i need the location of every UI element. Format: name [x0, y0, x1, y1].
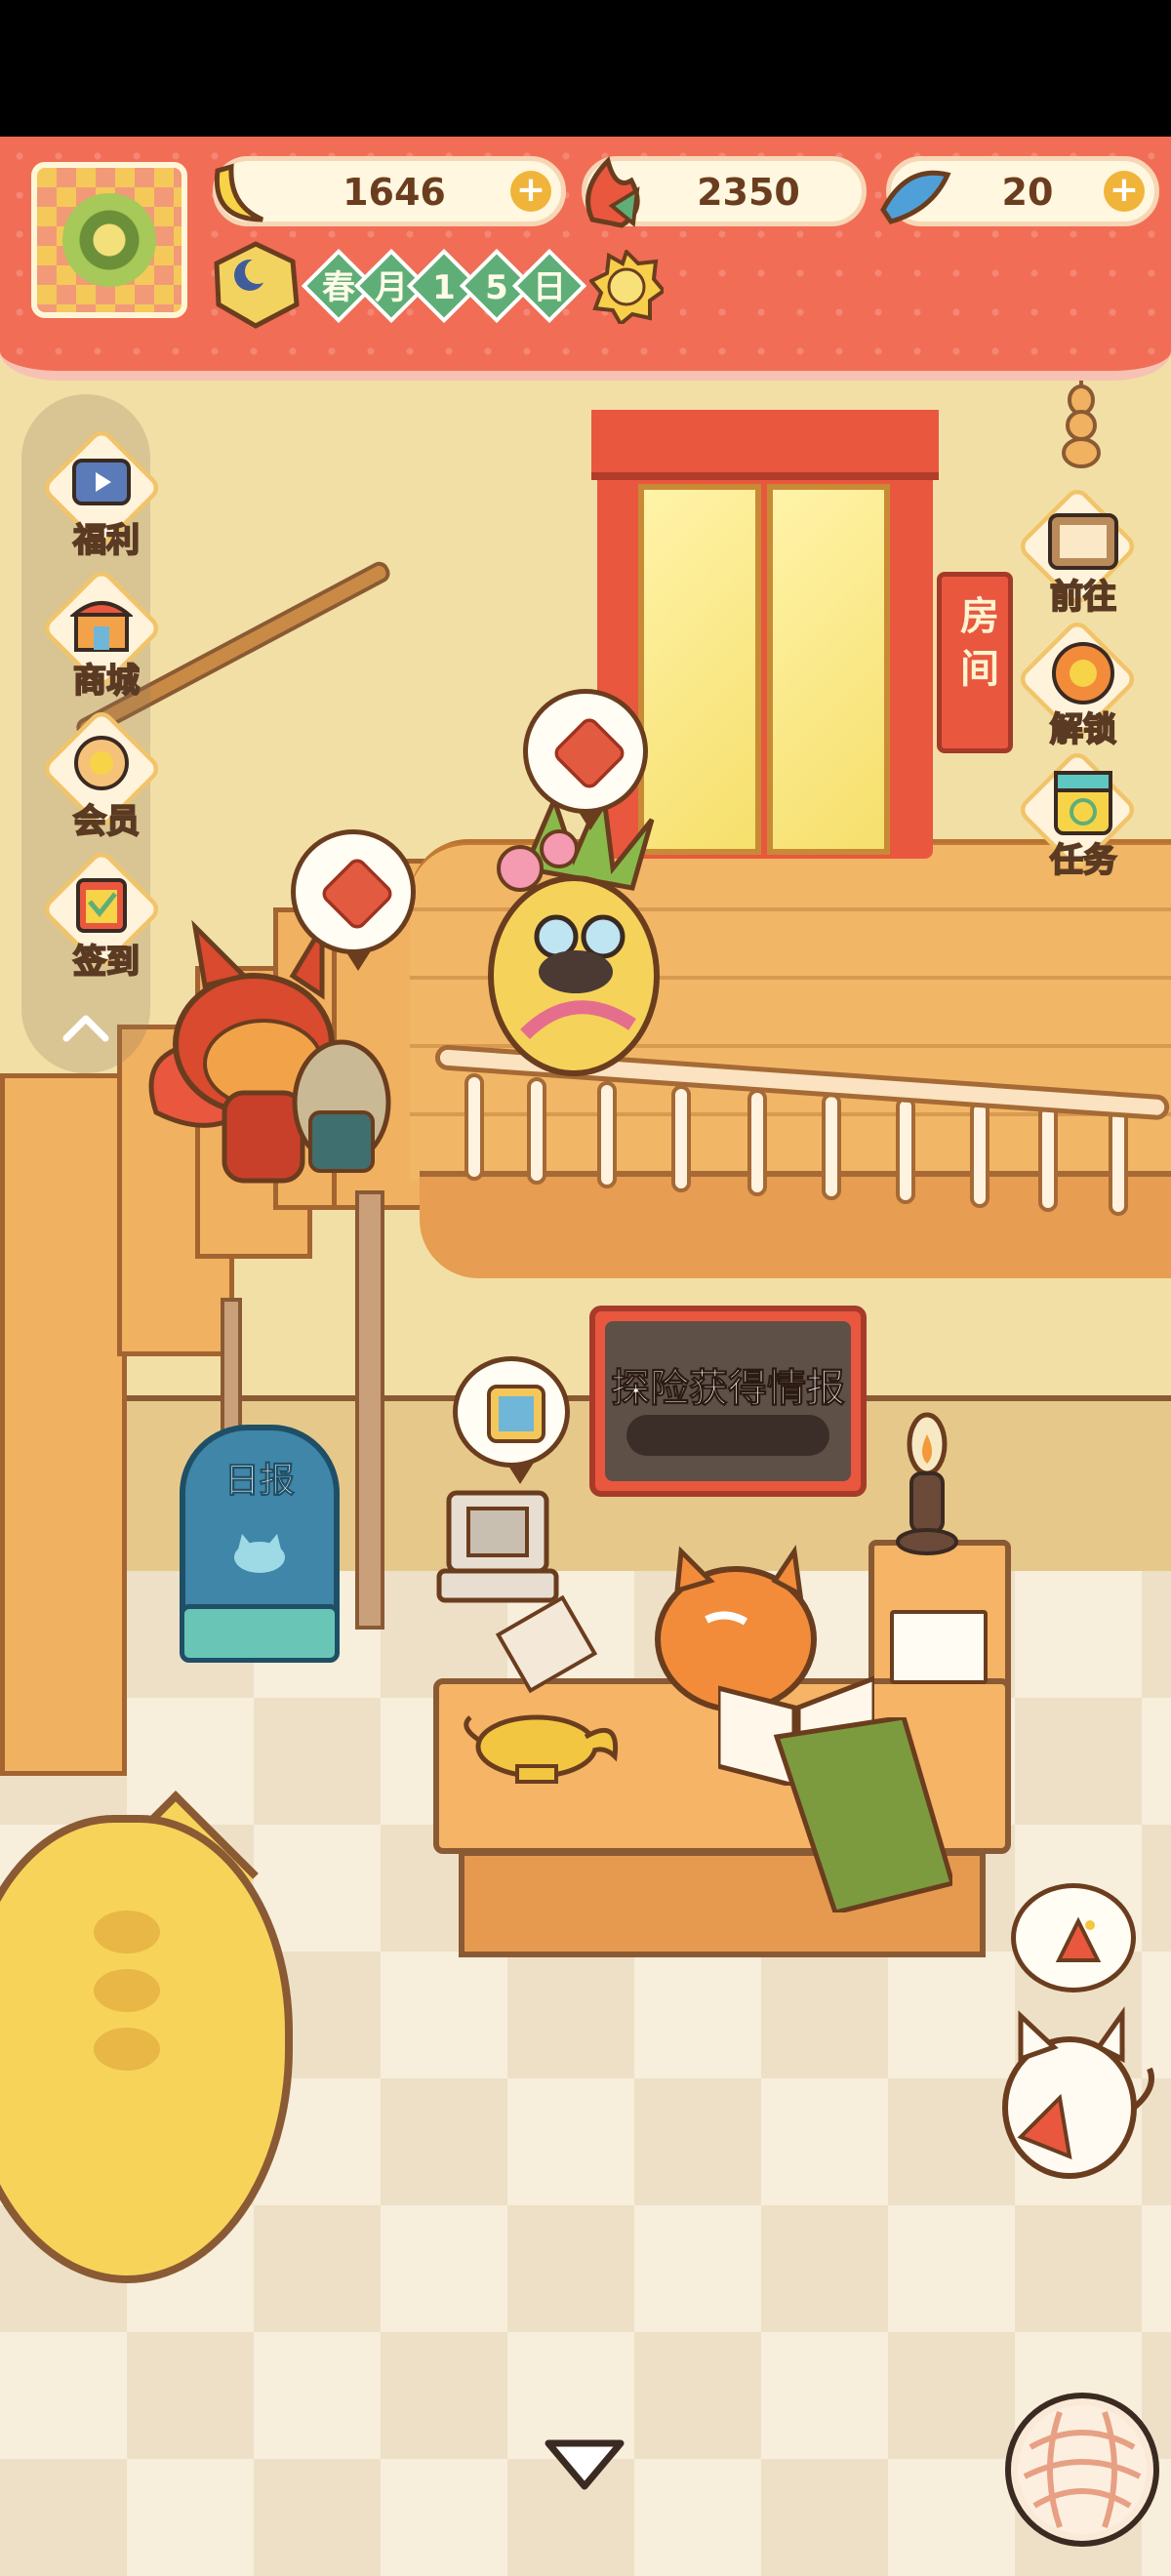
- shop-icon: [70, 601, 133, 652]
- banana-currency[interactable]: 1646 +: [213, 156, 566, 226]
- magic-lamp[interactable]: [459, 1678, 625, 1786]
- calendar-sign-icon: [76, 878, 127, 933]
- photo-icon: [487, 1385, 545, 1443]
- paper-scroll: [890, 1610, 988, 1684]
- membership-label: 会员: [72, 801, 141, 842]
- railing-post: [970, 1101, 989, 1208]
- fire-fish-icon: [586, 156, 640, 228]
- chevron-down-icon[interactable]: [541, 2430, 628, 2498]
- quest-gem-icon: [318, 855, 396, 933]
- pineapple-character[interactable]: [466, 790, 681, 1083]
- green-cloth: [773, 1717, 952, 1912]
- clover-avatar-icon: [62, 193, 156, 287]
- fox-speech-bubble[interactable]: [291, 829, 416, 971]
- signboard-icon: [1048, 513, 1118, 570]
- task-button[interactable]: 任务: [1005, 747, 1161, 888]
- welfare-button[interactable]: 福利: [33, 425, 180, 564]
- stair-step: [0, 1073, 127, 1776]
- paw-pads-icon: [94, 1911, 160, 2071]
- sign-in-label: 签到: [72, 942, 141, 983]
- left-side-menu: 福利 商城 会员 签到: [21, 394, 164, 1073]
- task-label: 任务: [1049, 840, 1117, 881]
- railing-post: [671, 1085, 691, 1192]
- blue-fish-amount: 20: [1001, 171, 1054, 214]
- flower-badge-icon: [74, 736, 129, 790]
- game-stage: 房 间 探险获得情报 日报 1646 + 2350 20 + 春 月 1 5 日…: [0, 0, 1171, 2576]
- stair-post: [355, 1190, 384, 1630]
- cat-face-icon: [234, 1534, 285, 1573]
- shop-label: 商城: [72, 661, 141, 702]
- door-panel-right: [767, 484, 890, 855]
- room-door-sign[interactable]: 房 间: [937, 572, 1013, 753]
- yarn-ball-icon: [1018, 2405, 1147, 2534]
- banana-icon: [214, 163, 264, 222]
- yarn-ball-button[interactable]: [1005, 2393, 1159, 2547]
- railing-post: [597, 1081, 617, 1188]
- newsboard-label: 日报: [223, 1461, 295, 1502]
- railing-post: [747, 1089, 767, 1196]
- pineapple-speech-bubble[interactable]: [523, 689, 648, 830]
- party-popper-icon: [1055, 1916, 1102, 1962]
- railing-post: [1038, 1105, 1058, 1212]
- party-cat-speech-bubble[interactable]: [1011, 1883, 1136, 1992]
- go-to-label: 前往: [1049, 577, 1117, 618]
- balcony-ledge: [420, 1171, 1171, 1278]
- railing-post: [464, 1073, 484, 1181]
- membership-button[interactable]: 会员: [33, 706, 180, 845]
- add-blue-fish-button[interactable]: +: [1104, 171, 1145, 212]
- intel-progress-bar: [626, 1415, 829, 1456]
- welfare-label: 福利: [72, 520, 141, 561]
- unlock-label: 解锁: [1049, 709, 1117, 750]
- railing-post: [896, 1097, 915, 1204]
- task-clipboard-icon: [1054, 771, 1112, 835]
- blue-fish-currency[interactable]: 20 +: [880, 156, 1159, 226]
- sign-in-button[interactable]: 签到: [33, 847, 180, 986]
- unlock-icon: [1052, 642, 1114, 704]
- chevron-up-icon[interactable]: [57, 999, 115, 1058]
- quest-gem-icon: [550, 714, 628, 792]
- door-awning: [591, 410, 939, 480]
- sunny-icon[interactable]: [589, 250, 664, 324]
- go-to-button[interactable]: 前往: [1005, 484, 1161, 624]
- railing-post: [1109, 1108, 1128, 1216]
- oil-lamp[interactable]: [888, 1395, 966, 1571]
- banana-amount: 1646: [343, 171, 446, 214]
- add-banana-button[interactable]: +: [510, 171, 551, 212]
- hanging-ornament-icon: [1062, 367, 1101, 468]
- unlock-button[interactable]: 解锁: [1005, 617, 1161, 757]
- shop-button[interactable]: 商城: [33, 566, 180, 704]
- newsboard-base: [180, 1604, 340, 1663]
- date-day: 日: [533, 268, 566, 307]
- fire-fish-currency[interactable]: 2350: [582, 156, 867, 228]
- fire-fish-amount: 2350: [697, 171, 800, 214]
- railing-post: [527, 1077, 546, 1185]
- player-avatar[interactable]: [31, 162, 187, 318]
- status-bar-area: [0, 0, 1171, 137]
- moon-clock-icon: [214, 241, 300, 329]
- white-cat-character[interactable]: [991, 2000, 1157, 2195]
- intel-board-title: 探险获得情报: [611, 1366, 846, 1412]
- tv-icon: [72, 459, 131, 505]
- blue-fish-icon: [880, 170, 951, 224]
- railing-post: [822, 1093, 841, 1200]
- computer-speech-bubble[interactable]: [453, 1356, 570, 1484]
